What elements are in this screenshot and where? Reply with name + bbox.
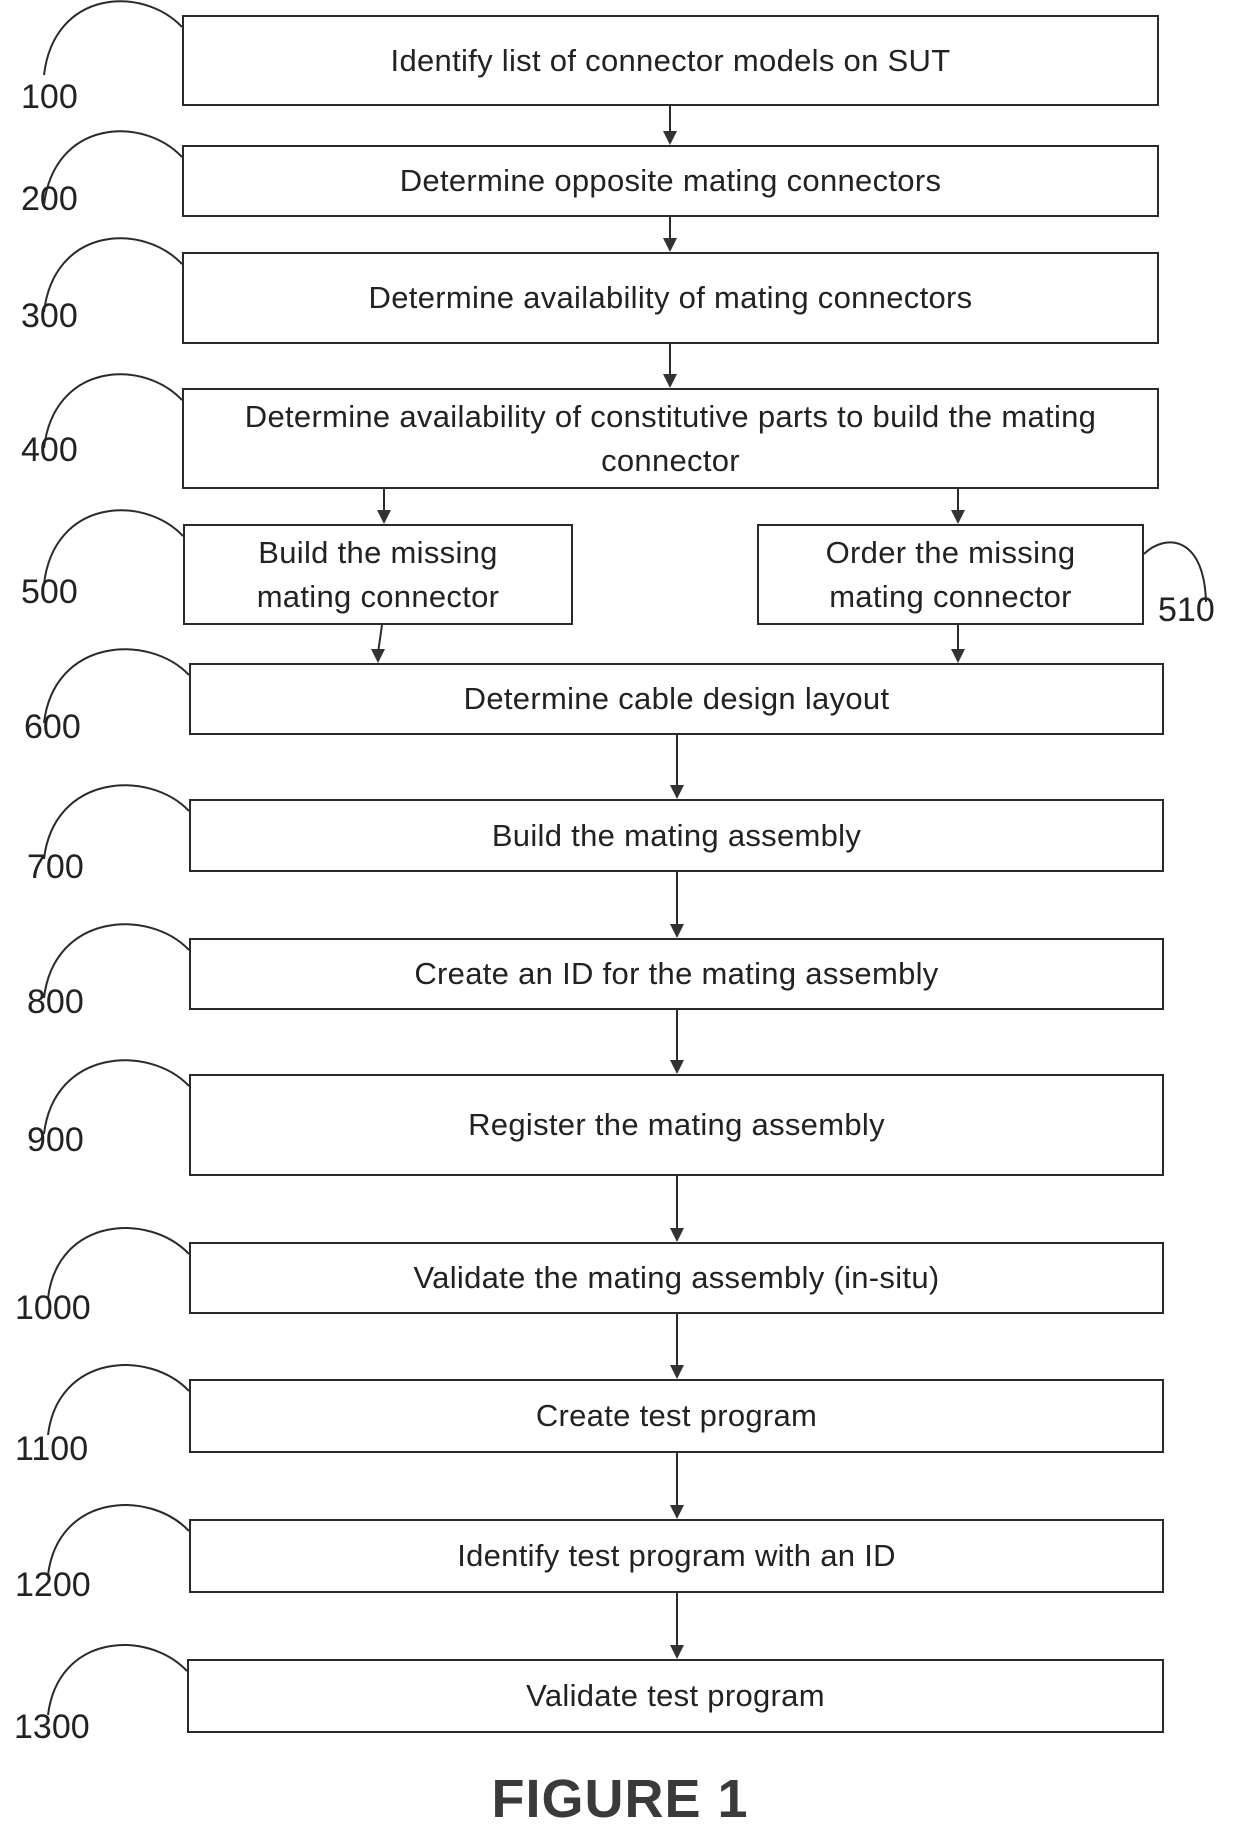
step-1200-text: Identify test program with an ID <box>457 1538 896 1573</box>
ref-label-800: 800 <box>27 983 84 1021</box>
arrow-300-to-400 <box>663 344 677 388</box>
step-100-text: Identify list of connector models on SUT <box>390 42 951 78</box>
arrow-1000-to-1100 <box>670 1314 684 1379</box>
step-1300-box: Validate test program <box>187 1659 1164 1733</box>
arrowhead-icon <box>670 1228 684 1242</box>
arrowhead-icon <box>670 1505 684 1519</box>
arrowhead-icon <box>670 1365 684 1379</box>
step-1100-text: Create test program <box>535 1398 818 1433</box>
step-400-box: Determine availability of constitutive p… <box>182 388 1159 489</box>
arrow-100-to-200 <box>663 106 677 145</box>
arrowhead-icon <box>670 1645 684 1659</box>
ref-label-1200: 1200 <box>15 1566 91 1604</box>
step-800-box: Create an ID for the mating assembly <box>189 938 1164 1010</box>
arrowhead-icon <box>663 374 677 388</box>
step-700-box: Build the mating assembly <box>189 799 1164 872</box>
step-600-text: Determine cable design layout <box>463 681 890 716</box>
step-1000-box: Validate the mating assembly (in-situ) <box>189 1242 1164 1314</box>
arrowhead-icon <box>663 238 677 252</box>
step-700-text: Build the mating assembly <box>491 817 862 853</box>
step-510-box: Order the missing mating connector <box>757 524 1144 625</box>
arrow-400-to-500 <box>377 489 391 524</box>
arrow-400-to-510 <box>951 489 965 524</box>
arrowhead-icon <box>371 649 385 663</box>
step-600-box: Determine cable design layout <box>189 663 1164 735</box>
ref-label-900: 900 <box>27 1121 84 1159</box>
arrow-700-to-800 <box>670 872 684 938</box>
ref-label-600: 600 <box>24 708 81 746</box>
step-900-text: Register the mating assembly <box>468 1107 885 1142</box>
step-500-box: Build the missing mating connector <box>183 524 573 625</box>
arrow-500-to-600 <box>371 624 385 663</box>
arrow-900-to-1000 <box>670 1176 684 1242</box>
step-200-text: Determine opposite mating connectors <box>399 163 942 198</box>
arrow-510-to-600 <box>951 625 965 663</box>
arrowhead-icon <box>663 131 677 145</box>
ref-label-1000: 1000 <box>15 1289 91 1327</box>
step-1200-box: Identify test program with an ID <box>189 1519 1164 1593</box>
ref-label-1300: 1300 <box>14 1708 90 1746</box>
step-1000-text: Validate the mating assembly (in-situ) <box>413 1260 940 1295</box>
ref-label-500: 500 <box>21 573 78 611</box>
arrowhead-icon <box>670 1060 684 1074</box>
figure-caption: FIGURE 1 <box>491 1769 749 1829</box>
arrowhead-icon <box>951 649 965 663</box>
leader-line-1100 <box>47 1364 190 1436</box>
step-510-text: Order the missing mating connector <box>825 534 1076 614</box>
step-800-text: Create an ID for the mating assembly <box>414 956 939 991</box>
arrow-600-to-700 <box>670 735 684 799</box>
step-1300-text: Validate test program <box>526 1678 825 1713</box>
arrow-1100-to-1200 <box>670 1453 684 1519</box>
ref-label-300: 300 <box>21 297 78 335</box>
flowchart: Identify list of connector models on SUT… <box>0 0 1240 1834</box>
arrowhead-icon <box>951 510 965 524</box>
arrowhead-icon <box>670 785 684 799</box>
ref-label-200: 200 <box>21 180 78 218</box>
arrowhead-icon <box>670 924 684 938</box>
arrow-200-to-300 <box>663 217 677 252</box>
ref-label-400: 400 <box>21 431 78 469</box>
ref-label-1100: 1100 <box>15 1430 89 1468</box>
ref-label-100: 100 <box>21 78 78 116</box>
step-200-box: Determine opposite mating connectors <box>182 145 1159 217</box>
step-300-box: Determine availability of mating connect… <box>182 252 1159 344</box>
step-300-text: Determine availability of mating connect… <box>368 280 973 315</box>
arrow-1200-to-1300 <box>670 1593 684 1659</box>
step-900-box: Register the mating assembly <box>189 1074 1164 1176</box>
leader-line-1300 <box>47 1644 188 1716</box>
arrow-800-to-900 <box>670 1010 684 1074</box>
ref-label-510: 510 <box>1158 591 1215 629</box>
step-1100-box: Create test program <box>189 1379 1164 1453</box>
leader-line-1000 <box>47 1227 190 1299</box>
leader-line-100 <box>43 0 183 76</box>
step-100-box: Identify list of connector models on SUT <box>182 15 1159 106</box>
arrowhead-icon <box>377 510 391 524</box>
ref-label-700: 700 <box>27 848 84 886</box>
step-500-text: Build the missing mating connector <box>256 534 500 614</box>
leader-line-1200 <box>47 1504 190 1576</box>
step-400-text: Determine availability of constitutive p… <box>244 398 1097 478</box>
